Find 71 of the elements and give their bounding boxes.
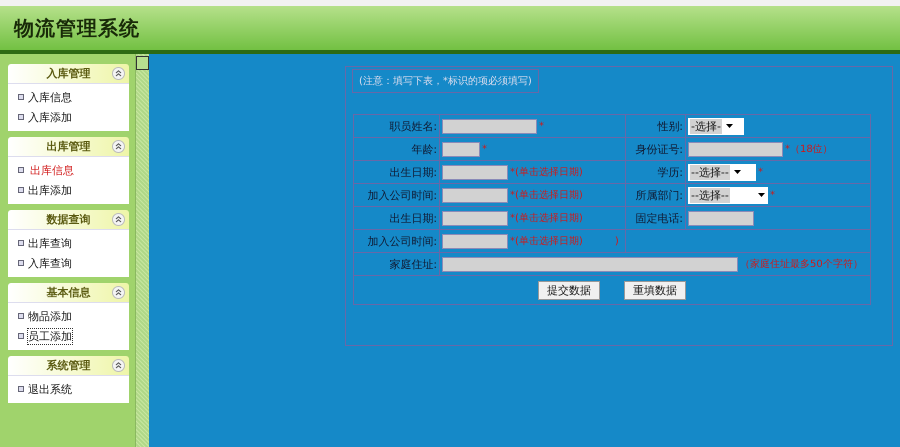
collapse-icon[interactable]: [112, 359, 125, 372]
select-dropdown[interactable]: --选择--: [688, 164, 756, 180]
input-field[interactable]: [442, 118, 538, 134]
input-field[interactable]: [442, 188, 508, 202]
menu-group-header[interactable]: 入库管理: [8, 64, 129, 83]
field-hint: *(单击选择日期): [510, 188, 583, 202]
bullet-icon: [18, 94, 24, 100]
menu-group-header[interactable]: 系统管理: [8, 356, 129, 375]
input-field[interactable]: [442, 142, 480, 156]
menu-item[interactable]: 入库信息: [28, 90, 72, 104]
select-dropdown[interactable]: -选择-: [688, 118, 744, 134]
menu-group-header[interactable]: 数据查询: [8, 210, 129, 229]
collapse-icon[interactable]: [112, 286, 125, 299]
collapse-icon[interactable]: [112, 67, 125, 80]
bullet-icon: [18, 240, 24, 246]
app-title: 物流管理系统: [14, 14, 140, 42]
caret-icon: [758, 193, 765, 197]
select-dropdown[interactable]: --选择--: [688, 186, 768, 204]
field-label: 所属部门:: [635, 188, 683, 202]
notice-text: (注意：填写下表，*标识的项必须填写): [352, 69, 539, 93]
field-hint: *(单击选择日期): [510, 212, 583, 225]
field-label: 家庭住址:: [389, 258, 438, 270]
menu-group-header[interactable]: 基本信息: [8, 283, 129, 302]
field-label: 性别:: [657, 120, 683, 132]
field-hint: *: [758, 166, 763, 178]
field-label: 加入公司时间:: [367, 234, 438, 248]
bullet-icon: [18, 167, 24, 173]
menu-item[interactable]: 入库添加: [28, 110, 72, 124]
field-hint: *(单击选择日期): [510, 234, 583, 248]
menu-item[interactable]: 入库查询: [28, 256, 72, 270]
menu-group-header[interactable]: 出库管理: [8, 137, 129, 156]
input-field[interactable]: [442, 164, 508, 180]
menu-item[interactable]: 出库查询: [28, 236, 72, 250]
collapse-icon[interactable]: [112, 213, 125, 226]
field-label: 身份证号:: [635, 142, 683, 156]
field-label: 加入公司时间:: [367, 188, 438, 202]
menu-item[interactable]: 物品添加: [28, 308, 72, 324]
bullet-icon: [18, 114, 24, 120]
form-button[interactable]: 重填数据: [624, 280, 686, 300]
input-field[interactable]: [442, 256, 738, 272]
form-button[interactable]: 提交数据: [538, 280, 600, 300]
bullet-icon: [18, 386, 24, 392]
input-field[interactable]: [688, 210, 754, 226]
field-label: 固定电话:: [635, 212, 683, 224]
field-hint: *: [482, 144, 488, 154]
menu-item[interactable]: 退出系统: [28, 382, 72, 396]
field-label: 年龄:: [411, 142, 438, 156]
field-hint: *: [539, 120, 544, 132]
field-label: 出生日期:: [389, 166, 438, 178]
field-label: 学历:: [657, 166, 683, 178]
stray-text: ): [614, 236, 619, 246]
bullet-icon: [18, 333, 24, 339]
toggle-button[interactable]: [136, 56, 149, 70]
menu-item[interactable]: 员工添加: [28, 328, 72, 344]
bullet-icon: [18, 313, 24, 319]
caret-icon: [734, 170, 741, 174]
bullet-icon: [18, 260, 24, 266]
field-hint: *(单击选择日期): [510, 166, 583, 179]
bullet-icon: [18, 187, 24, 193]
caret-icon: [726, 124, 733, 128]
field-label: 职员姓名:: [389, 120, 438, 132]
menu-item[interactable]: 出库信息: [28, 162, 77, 178]
field-hint: （家庭住址最多50个字符）: [740, 258, 863, 271]
collapse-icon[interactable]: [112, 140, 125, 153]
input-field[interactable]: [688, 142, 783, 156]
input-field[interactable]: [442, 234, 508, 248]
field-label: 出生日期:: [389, 212, 438, 224]
input-field[interactable]: [442, 210, 508, 226]
field-hint: *（18位）: [784, 143, 833, 156]
menu-item[interactable]: 出库添加: [28, 182, 72, 198]
field-hint: *: [770, 190, 775, 200]
